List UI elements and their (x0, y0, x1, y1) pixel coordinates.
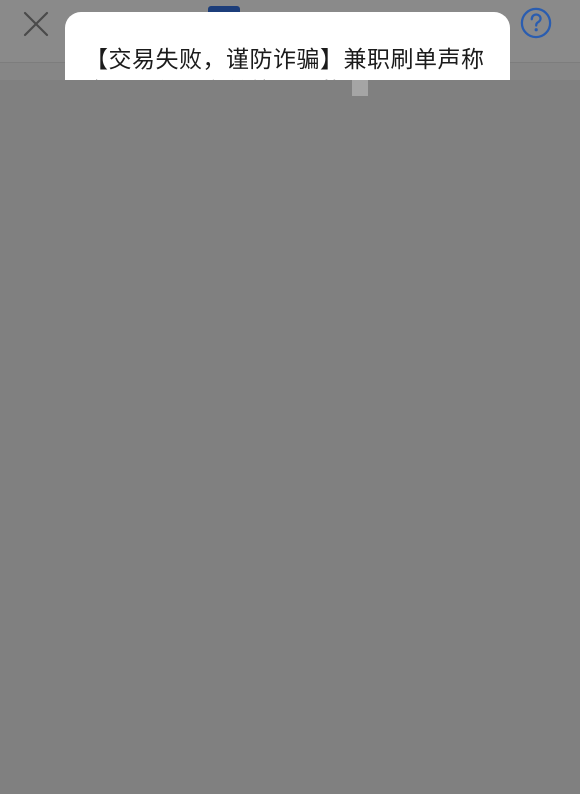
close-icon (23, 11, 49, 37)
help-button[interactable] (520, 7, 552, 39)
help-circle-icon (520, 7, 552, 39)
close-button[interactable] (18, 6, 54, 42)
overlay-edge (352, 80, 368, 96)
loading-overlay (0, 80, 580, 794)
